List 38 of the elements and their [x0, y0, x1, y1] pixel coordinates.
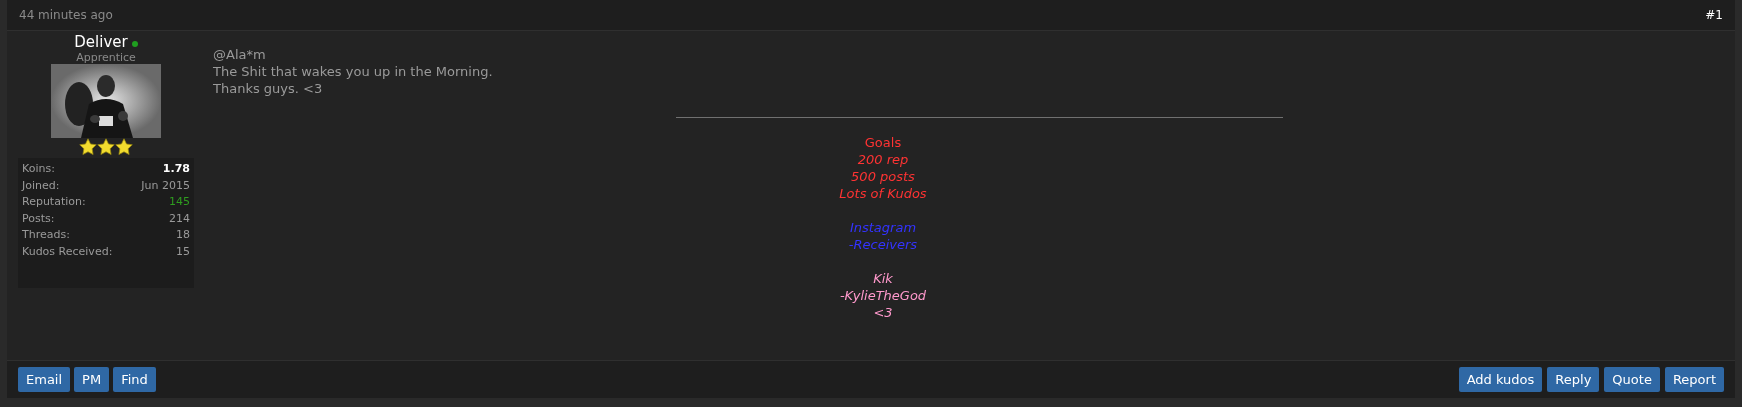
stat-label: Joined:: [22, 177, 60, 194]
message-line: The Shit that wakes you up in the Morning.: [213, 63, 494, 80]
stat-label: Kudos Received:: [22, 243, 113, 260]
user-rank: Apprentice: [76, 51, 136, 64]
stat-value: 1.78: [162, 161, 190, 177]
star-icon: [79, 138, 97, 156]
signature-line: Instagram: [849, 219, 917, 236]
action-button[interactable]: Add kudos: [1458, 367, 1543, 392]
star-icon: [97, 138, 115, 156]
username[interactable]: Deliver: [74, 33, 128, 51]
action-button[interactable]: Report: [1664, 367, 1724, 392]
post-number[interactable]: #1: [1705, 6, 1723, 24]
message-line: Thanks guys. <3: [213, 80, 324, 97]
stat-value: 145: [169, 194, 190, 210]
star-icon: [115, 138, 133, 156]
signature-line: Goals: [864, 134, 902, 151]
signature-line: -KylieTheGod: [839, 287, 927, 304]
stat-value: 214: [169, 210, 190, 227]
action-button[interactable]: Quote: [1604, 367, 1660, 392]
stat-label: Posts:: [22, 210, 55, 227]
action-button[interactable]: Reply: [1547, 367, 1600, 392]
action-button[interactable]: PM: [74, 367, 110, 392]
stat-value: 15: [176, 243, 190, 260]
signature-line: 500 posts: [851, 168, 915, 185]
stat-label: Koins:: [22, 161, 55, 177]
signature-line: Kik: [873, 270, 893, 287]
signature-line: -Receivers: [848, 236, 918, 253]
signature-line: 200 rep: [857, 151, 909, 168]
action-button[interactable]: Email: [18, 367, 71, 392]
stat-value: Jun 2015: [141, 177, 190, 194]
action-button[interactable]: Find: [113, 367, 156, 392]
message-line: @Ala*m: [213, 46, 267, 63]
stat-value: 18: [176, 227, 190, 243]
signature-line: <3: [873, 304, 893, 321]
post-time: 44 minutes ago: [19, 7, 113, 24]
signature-line: Lots of Kudos: [839, 185, 927, 202]
stat-label: Reputation:: [22, 194, 86, 210]
stat-label: Threads:: [22, 227, 70, 243]
